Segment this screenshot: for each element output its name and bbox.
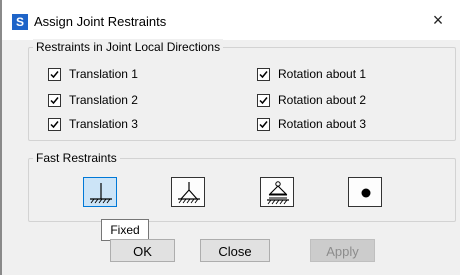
translation-2-checkbox[interactable]: Translation 2 [48, 92, 138, 108]
checkmark-icon [50, 120, 59, 128]
roller-support-icon [267, 181, 289, 205]
checkbox-box[interactable] [257, 93, 270, 107]
free-joint-icon [361, 188, 371, 198]
checkmark-icon [259, 120, 268, 128]
fixed-restraint-button[interactable] [83, 177, 117, 207]
apply-button[interactable]: Apply [310, 239, 375, 262]
fast-restraints-group-label: Fast Restraints [33, 150, 120, 166]
translation-2-label: Translation 2 [69, 93, 138, 107]
translation-3-label: Translation 3 [69, 117, 138, 131]
rotation-about-2-checkbox[interactable]: Rotation about 2 [257, 92, 366, 108]
pinned-restraint-button[interactable] [171, 177, 205, 207]
free-restraint-button[interactable] [348, 177, 382, 207]
roller-restraint-button[interactable] [260, 177, 294, 207]
fixed-tooltip: Fixed [101, 219, 149, 241]
translation-3-checkbox[interactable]: Translation 3 [48, 116, 138, 132]
rotation-about-3-checkbox[interactable]: Rotation about 3 [257, 116, 366, 132]
checkbox-box[interactable] [257, 117, 270, 131]
checkmark-icon [50, 96, 59, 104]
close-button[interactable]: Close [200, 239, 270, 262]
ok-button[interactable]: OK [110, 239, 175, 262]
rotation-about-3-label: Rotation about 3 [278, 117, 367, 131]
rotation-about-2-label: Rotation about 2 [278, 93, 367, 107]
checkbox-box[interactable] [48, 93, 61, 107]
title-bar: S Assign Joint Restraints × [2, 0, 460, 40]
checkmark-icon [259, 96, 268, 104]
translation-1-checkbox[interactable]: Translation 1 [48, 66, 138, 82]
fixed-support-icon [90, 183, 112, 204]
window-title: Assign Joint Restraints [34, 14, 167, 29]
checkbox-box[interactable] [48, 117, 61, 131]
checkbox-box[interactable] [48, 67, 61, 81]
checkmark-icon [50, 70, 59, 78]
pin-support-icon [178, 182, 200, 204]
rotation-about-1-checkbox[interactable]: Rotation about 1 [257, 66, 366, 82]
translation-1-label: Translation 1 [69, 67, 138, 81]
checkbox-box[interactable] [257, 67, 270, 81]
app-icon: S [12, 14, 28, 30]
window-edge [0, 0, 2, 275]
assign-joint-restraints-dialog: S Assign Joint Restraints × Restraints i… [0, 0, 460, 275]
checkmark-icon [259, 70, 268, 78]
restraints-group-label: Restraints in Joint Local Directions [33, 39, 224, 55]
rotation-about-1-label: Rotation about 1 [278, 67, 367, 81]
close-window-icon[interactable]: × [416, 4, 460, 36]
